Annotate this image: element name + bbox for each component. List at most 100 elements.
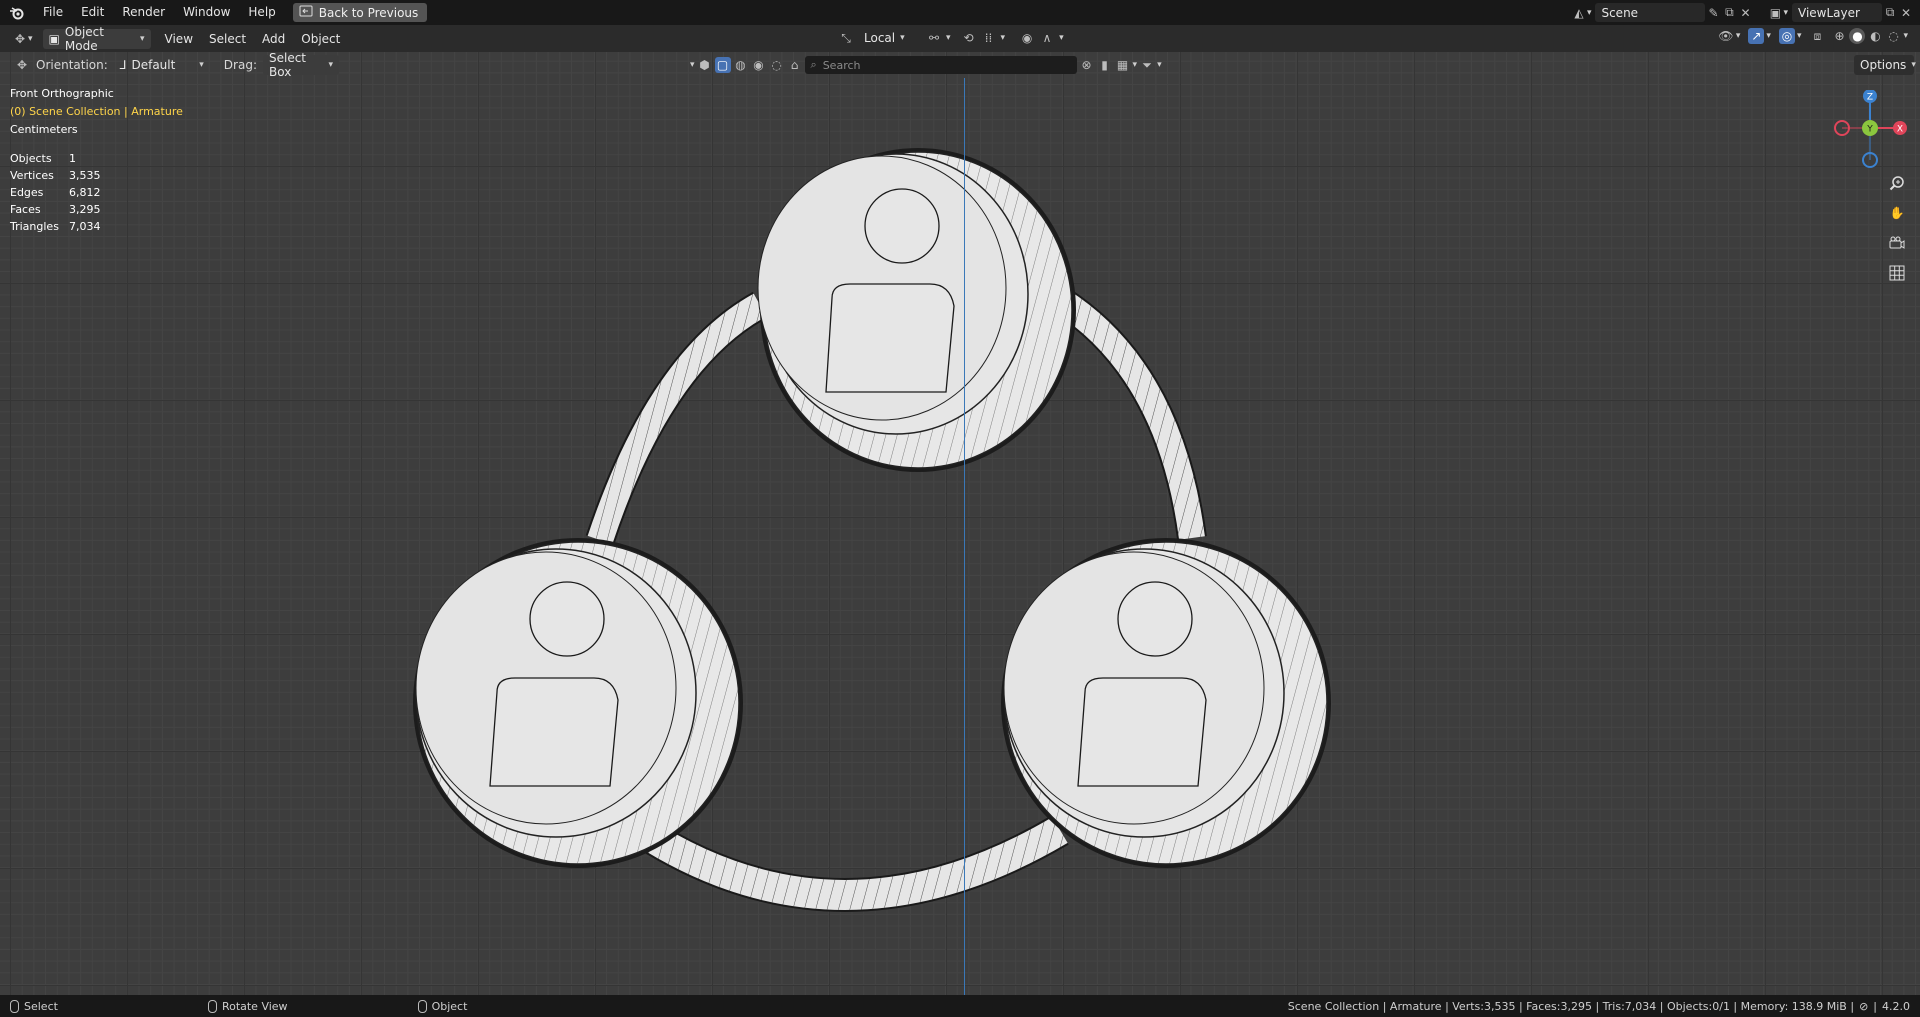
- solid-shading-icon[interactable]: ●: [1849, 28, 1866, 44]
- scene-name: Scene: [1601, 5, 1639, 20]
- snap-target-icon[interactable]: ⁞⁞: [981, 30, 997, 46]
- move-tool-icon[interactable]: ✥: [14, 57, 30, 73]
- zoom-icon[interactable]: [1884, 170, 1910, 196]
- chevron-down-icon[interactable]: ▾: [1797, 31, 1802, 41]
- left-user-badge: [413, 538, 743, 868]
- editor-type-icon[interactable]: ✥: [12, 31, 28, 47]
- right-user-badge: [1001, 538, 1331, 868]
- menu-object[interactable]: Object: [293, 29, 348, 49]
- chevron-down-icon[interactable]: ▾: [1783, 8, 1788, 18]
- object-filter-icon[interactable]: ⬢: [697, 57, 713, 73]
- clear-icon[interactable]: ⊗: [1079, 57, 1095, 73]
- chevron-down-icon: ▾: [328, 60, 333, 70]
- chevron-down-icon[interactable]: ▾: [28, 34, 33, 44]
- menu-edit[interactable]: Edit: [72, 0, 113, 25]
- scene-icon[interactable]: ◭: [1571, 5, 1587, 21]
- back-icon: [299, 5, 313, 20]
- 3d-viewport[interactable]: [0, 52, 1920, 995]
- gizmo-x-text: X: [1897, 125, 1903, 135]
- menu-view[interactable]: View: [157, 29, 201, 49]
- options-dropdown[interactable]: Options ▾: [1854, 55, 1916, 75]
- falloff-icon[interactable]: ∧: [1039, 30, 1055, 46]
- proportional-edit-icon[interactable]: ◉: [1019, 30, 1035, 46]
- close-icon[interactable]: ✕: [1737, 5, 1753, 21]
- status-select-hint: Select: [10, 999, 58, 1013]
- filter-world-icon[interactable]: ◌: [769, 57, 785, 73]
- transform-orientation-label: Local: [864, 31, 896, 45]
- transform-orientation-dropdown[interactable]: Local ▾: [858, 28, 922, 48]
- filter-brush-icon[interactable]: ⌂: [787, 57, 803, 73]
- pin-icon[interactable]: ✎: [1705, 5, 1721, 21]
- object-mode-icon: ▣: [48, 31, 60, 46]
- pivot-icon[interactable]: ⚯: [926, 30, 942, 46]
- overlay-toggle-icon[interactable]: ◎: [1778, 28, 1795, 44]
- chevron-down-icon[interactable]: ▾: [690, 60, 695, 70]
- mouse-right-icon: [417, 999, 427, 1013]
- chevron-down-icon[interactable]: ▾: [946, 33, 951, 43]
- gizmo-toggle-icon[interactable]: ↗: [1748, 28, 1765, 44]
- navigation-gizmo[interactable]: Z X Y: [1830, 90, 1910, 170]
- chevron-down-icon: ▾: [900, 33, 905, 43]
- stat-row: Edges 6,812: [10, 184, 101, 201]
- filter-materials-icon[interactable]: ◍: [733, 57, 749, 73]
- gizmo-y-text: Y: [1866, 125, 1873, 135]
- blender-logo-icon[interactable]: [0, 0, 34, 25]
- filter-all-icon[interactable]: ▢: [714, 57, 731, 73]
- options-label: Options: [1860, 58, 1907, 72]
- stat-key: Edges: [10, 186, 44, 199]
- xray-icon[interactable]: ⧈: [1809, 28, 1825, 44]
- pan-hand-icon[interactable]: ✋: [1884, 200, 1910, 226]
- menu-add[interactable]: Add: [254, 29, 293, 49]
- back-to-previous-button[interactable]: Back to Previous: [292, 3, 428, 22]
- drag-dropdown[interactable]: Select Box ▾: [262, 51, 339, 79]
- wireframe-shading-icon[interactable]: ⊕: [1831, 28, 1847, 44]
- status-select-label: Select: [24, 999, 58, 1013]
- bookmark-icon[interactable]: ▮: [1097, 57, 1113, 73]
- close-icon[interactable]: ✕: [1898, 5, 1914, 21]
- top-menu-bar: File Edit Render Window Help Back to Pre…: [0, 0, 1920, 25]
- blender-version: 4.2.0: [1882, 999, 1910, 1013]
- network-off-icon[interactable]: ⊘: [1859, 1000, 1868, 1013]
- filter-lights-icon[interactable]: ◉: [751, 57, 767, 73]
- viewlayer-name: ViewLayer: [1798, 5, 1860, 20]
- orientation-dropdown[interactable]: ⅃ Default ▾: [114, 55, 210, 75]
- menu-render[interactable]: Render: [113, 0, 174, 25]
- transform-controls: ⤡ Local ▾ ⚯ ▾ ⟲ ⁞⁞ ▾ ◉ ∧ ▾: [838, 28, 1064, 48]
- new-scene-icon[interactable]: ⧉: [1721, 5, 1737, 21]
- search-input[interactable]: ⌕ Search: [804, 56, 1077, 74]
- chevron-down-icon[interactable]: ▾: [1059, 33, 1064, 43]
- orientation-axes-icon: ⅃: [119, 58, 127, 72]
- visibility-icon[interactable]: 👁: [1718, 28, 1734, 44]
- menu-file[interactable]: File: [34, 0, 72, 25]
- mesh-model[interactable]: [0, 52, 1920, 995]
- back-to-previous-label: Back to Previous: [318, 5, 419, 20]
- chevron-down-icon[interactable]: ▾: [1903, 31, 1908, 41]
- viewlayer-selector[interactable]: ViewLayer: [1792, 3, 1882, 22]
- stat-key: Vertices: [10, 169, 54, 182]
- menu-help[interactable]: Help: [239, 0, 284, 25]
- viewlayer-icon[interactable]: ▣: [1767, 5, 1783, 21]
- scene-selector[interactable]: Scene: [1595, 3, 1706, 22]
- camera-view-icon[interactable]: [1884, 230, 1910, 256]
- status-object-label: Object: [431, 999, 468, 1013]
- chevron-down-icon[interactable]: ▾: [1001, 33, 1006, 43]
- chevron-down-icon[interactable]: ▾: [1587, 8, 1592, 18]
- filter-icon[interactable]: ⏷: [1139, 57, 1155, 73]
- mode-dropdown[interactable]: ▣ Object Mode ▾: [42, 25, 151, 53]
- chevron-down-icon[interactable]: ▾: [1736, 31, 1741, 41]
- material-shading-icon[interactable]: ◐: [1867, 28, 1883, 44]
- chevron-down-icon[interactable]: ▾: [1766, 31, 1771, 41]
- rendered-shading-icon[interactable]: ◌: [1885, 28, 1901, 44]
- snap-icon[interactable]: ⟲: [961, 30, 977, 46]
- chevron-down-icon[interactable]: ▾: [1133, 60, 1138, 70]
- display-mode-icon[interactable]: ▦: [1115, 57, 1131, 73]
- new-viewlayer-icon[interactable]: ⧉: [1882, 5, 1898, 21]
- menu-select[interactable]: Select: [201, 29, 254, 49]
- orientation-label: Orientation:: [36, 58, 108, 72]
- chevron-down-icon[interactable]: ▾: [1157, 60, 1162, 70]
- mode-label: Object Mode: [64, 24, 104, 53]
- menu-window[interactable]: Window: [174, 0, 239, 25]
- search-placeholder: Search: [822, 58, 861, 72]
- transform-orientation-icon[interactable]: ⤡: [838, 30, 854, 46]
- grid-projection-icon[interactable]: [1884, 260, 1910, 286]
